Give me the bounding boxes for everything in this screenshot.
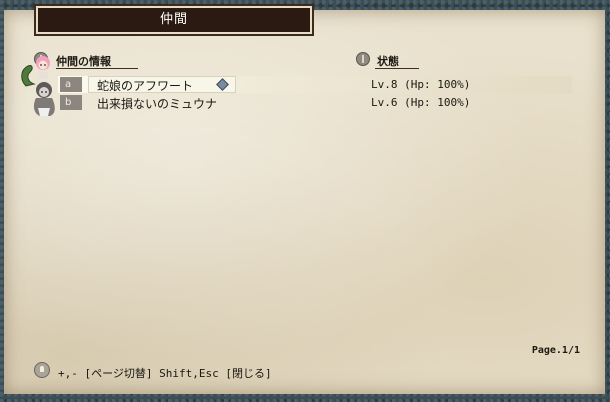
lightbulb-icon — [34, 362, 50, 378]
member-b-name[interactable]: 出来損ないのミュウナ — [97, 95, 217, 112]
member-b-portrait — [26, 78, 62, 118]
help-text: +,- [ページ切替] Shift,Esc [閉じる] — [58, 367, 272, 380]
page-indicator: Page.1/1 — [531, 345, 580, 356]
party-info-underline — [56, 68, 138, 69]
slot-b-label: b — [65, 97, 72, 108]
slot-a-tab: a — [60, 77, 82, 92]
slot-b-tab: b — [60, 95, 82, 110]
status-header: 状態 — [377, 55, 399, 68]
slot-a-label: a — [65, 79, 72, 90]
party-info-header: 仲間の情報 — [56, 55, 111, 68]
member-a-status: Lv.8 (Hp: 100%) — [371, 78, 471, 91]
status-underline — [375, 68, 419, 69]
member-b-status: Lv.6 (Hp: 100%) — [371, 96, 471, 109]
window-title: 仲間 — [34, 4, 314, 36]
info-icon — [356, 52, 370, 66]
member-a-name[interactable]: 蛇娘のアフワート — [97, 77, 193, 94]
